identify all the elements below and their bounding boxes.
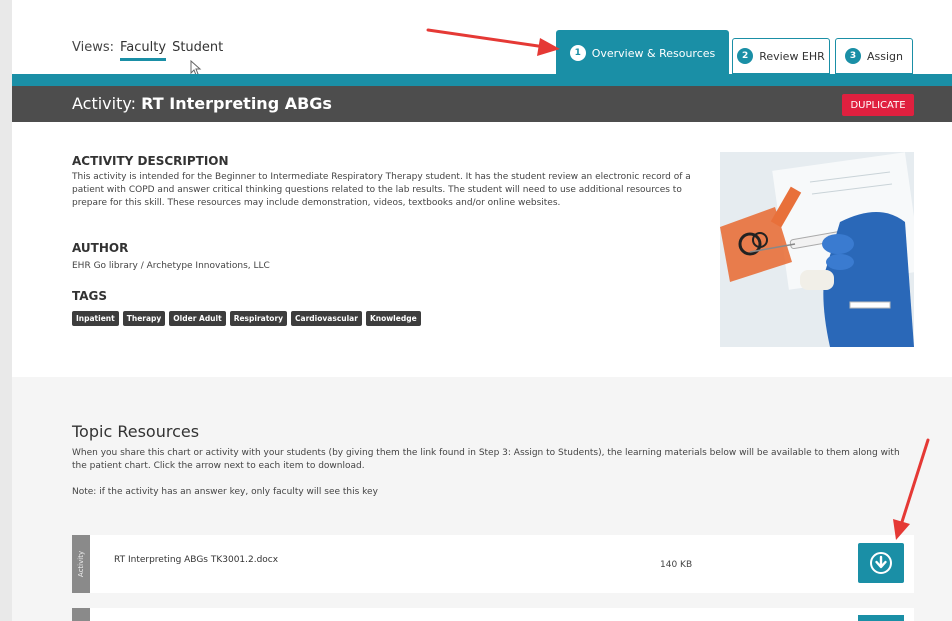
tab-label: Overview & Resources — [591, 46, 716, 60]
accent-divider — [12, 74, 952, 86]
view-student-link[interactable]: Student — [172, 40, 223, 61]
download-button[interactable] — [858, 615, 904, 621]
tab-assign[interactable]: 3 Assign — [835, 38, 913, 74]
download-arrow-icon — [870, 552, 892, 574]
resource-category-label — [72, 608, 90, 621]
author-heading: AUTHOR — [72, 241, 129, 255]
views-label: Views: — [72, 40, 115, 55]
tab-review-ehr[interactable]: 2 Review EHR — [732, 38, 830, 74]
tags-heading: TAGS — [72, 289, 108, 303]
page-gutter — [0, 0, 12, 621]
tag-badge: Older Adult — [169, 311, 226, 326]
activity-prefix: Activity: — [72, 94, 137, 113]
tag-badge: Respiratory — [229, 311, 288, 326]
tab-label: Assign — [867, 49, 903, 63]
resource-filename: RT Interpreting ABGs TK3001.2.docx — [114, 555, 279, 565]
tag-badge: Therapy — [122, 311, 166, 326]
step-number-badge: 2 — [737, 48, 754, 64]
activity-name: RT Interpreting ABGs — [141, 94, 332, 113]
author-text: EHR Go library / Archetype Innovations, … — [72, 261, 270, 271]
description-heading: ACTIVITY DESCRIPTION — [72, 154, 229, 168]
step-number-badge: 1 — [569, 45, 586, 61]
view-faculty-link[interactable]: Faculty — [120, 40, 167, 61]
step-number-badge: 3 — [845, 48, 861, 64]
tag-badge: Inpatient — [72, 311, 119, 326]
tab-overview-resources[interactable]: 1 Overview & Resources — [556, 30, 729, 76]
topic-resources-title: Topic Resources — [72, 422, 200, 441]
tab-label: Review EHR — [759, 49, 825, 63]
download-button[interactable] — [858, 543, 904, 583]
resource-row — [72, 608, 914, 621]
view-switcher: Views: Faculty Student — [72, 40, 223, 61]
resource-category-text: Activity — [77, 550, 85, 578]
topic-resources-description: When you share this chart or activity wi… — [72, 448, 900, 471]
tag-badge: Cardiovascular — [291, 311, 362, 326]
activity-photo — [720, 152, 914, 347]
activity-title: Activity: RT Interpreting ABGs — [72, 94, 332, 113]
resource-filesize: 140 KB — [660, 560, 693, 570]
answer-key-note: Note: if the activity has an answer key,… — [72, 487, 378, 497]
tag-badge: Knowledge — [365, 311, 421, 326]
duplicate-button[interactable]: DUPLICATE — [842, 94, 914, 116]
tag-list: Inpatient Therapy Older Adult Respirator… — [72, 311, 421, 326]
resource-category-label: Activity — [72, 535, 90, 593]
resource-row: Activity RT Interpreting ABGs TK3001.2.d… — [72, 535, 914, 593]
description-text: This activity is intended for the Beginn… — [72, 172, 691, 208]
